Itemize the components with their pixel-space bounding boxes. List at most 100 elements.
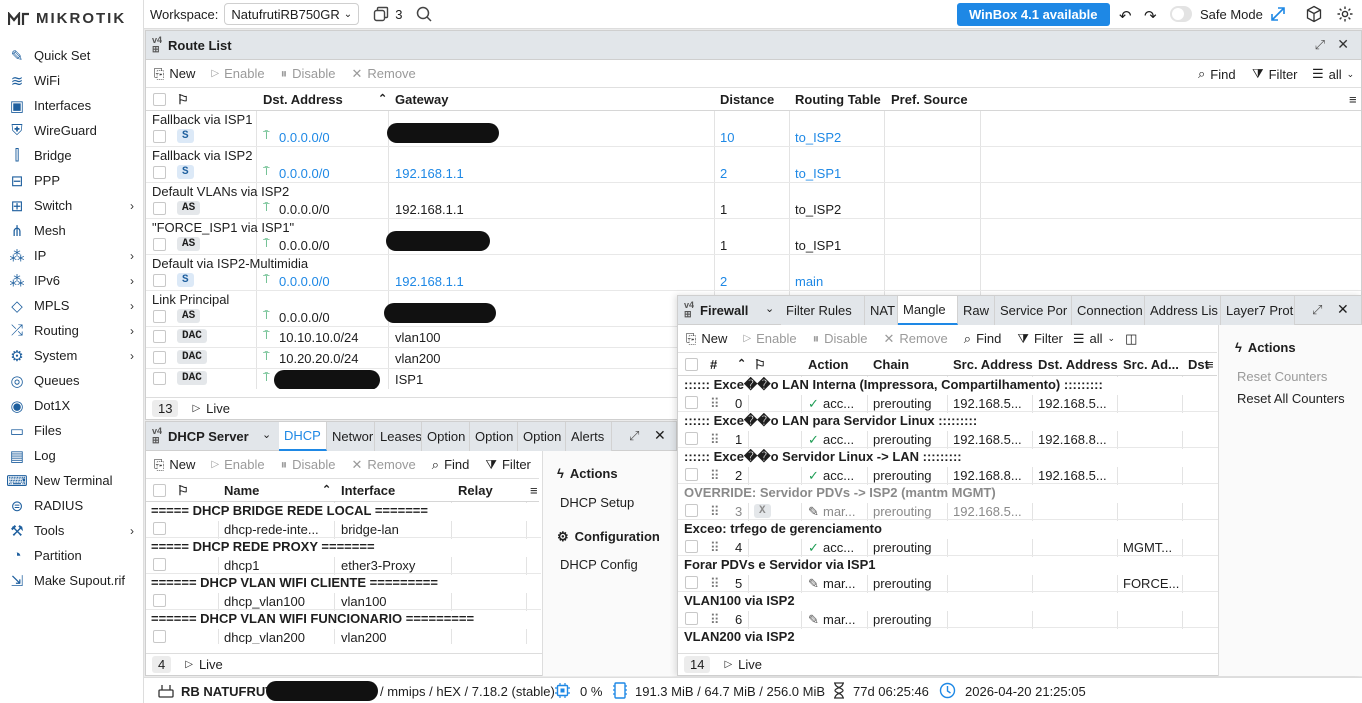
- live-label[interactable]: Live: [206, 401, 230, 416]
- dhcp-setup-link[interactable]: DHCP Setup: [560, 495, 634, 510]
- row-checkbox[interactable]: [153, 130, 166, 143]
- mangle-rule-row[interactable]: ⠿ 3 X ✎ mar... prerouting 192.168.5...: [678, 502, 1218, 520]
- disable-button[interactable]: ⏸ Disable: [813, 331, 868, 347]
- col-action[interactable]: Action: [808, 357, 848, 372]
- live-label[interactable]: Live: [199, 657, 223, 672]
- dhcp-row[interactable]: dhcp1 ether3-Proxy: [146, 556, 541, 574]
- find-button[interactable]: ⌕ Find: [964, 331, 1002, 347]
- col-interface[interactable]: Interface: [341, 483, 395, 498]
- sidebar-item-make-supout-rif[interactable]: ⇲ Make Supout.rif: [0, 568, 144, 593]
- enable-button[interactable]: ▷ Enable: [211, 66, 264, 81]
- tab-firewall-nat[interactable]: NAT: [865, 296, 898, 325]
- row-checkbox[interactable]: [153, 372, 166, 385]
- undo-icon[interactable]: ↶: [1119, 7, 1132, 25]
- select-all-checkbox[interactable]: [153, 484, 166, 497]
- route-row[interactable]: Default VLANs via ISP2 AS ⍑ 0.0.0.0/0 192.16…: [146, 183, 1361, 219]
- row-checkbox[interactable]: [153, 310, 166, 323]
- reset-counters-button[interactable]: Reset Counters: [1237, 369, 1327, 384]
- row-checkbox[interactable]: [153, 522, 166, 535]
- drag-handle-icon[interactable]: ⠿: [710, 504, 720, 520]
- row-checkbox[interactable]: [153, 238, 166, 251]
- chevron-down-icon[interactable]: ⌄: [262, 428, 271, 441]
- reset-all-counters-button[interactable]: Reset All Counters: [1237, 391, 1345, 406]
- col-chain[interactable]: Chain: [873, 357, 909, 372]
- select-all-checkbox[interactable]: [153, 93, 166, 106]
- dhcp-row[interactable]: dhcp-rede-inte... bridge-lan: [146, 520, 541, 538]
- expand-icon[interactable]: ⤢: [1315, 37, 1325, 53]
- close-icon[interactable]: ✕: [1337, 36, 1349, 53]
- col-routing-table[interactable]: Routing Table: [795, 92, 881, 107]
- sidebar-item-quick-set[interactable]: ✎ Quick Set: [0, 43, 144, 68]
- row-checkbox[interactable]: [685, 396, 698, 409]
- sidebar-item-switch[interactable]: ⊞ Switch ›: [0, 193, 144, 218]
- mangle-rule-row[interactable]: ⠿ 6 ✎ mar... prerouting: [678, 610, 1218, 628]
- row-checkbox[interactable]: [153, 166, 166, 179]
- col-dst-address[interactable]: Dst. Address: [263, 92, 343, 107]
- tab-dhcp-1[interactable]: Networ: [327, 422, 375, 451]
- col-name[interactable]: Name: [224, 483, 259, 498]
- filter-mode-select[interactable]: ☰ all ⌄: [1073, 331, 1115, 347]
- column-menu-icon[interactable]: ≡: [1206, 357, 1214, 372]
- filter-button[interactable]: ⧩ Filter: [1017, 331, 1063, 347]
- filter-button[interactable]: ⧩ Filter: [1252, 66, 1298, 82]
- drag-handle-icon[interactable]: ⠿: [710, 396, 720, 412]
- route-row[interactable]: Default via ISP2-Multimidia S ⍑ 0.0.0.0/0 19…: [146, 255, 1361, 291]
- search-icon[interactable]: [416, 6, 432, 22]
- route-row[interactable]: "FORCE_ISP1 via ISP1" AS ⍑ 0.0.0.0/0 1 to_ISP…: [146, 219, 1361, 255]
- close-icon[interactable]: ✕: [1337, 301, 1349, 318]
- col-dst-address[interactable]: Dst. Address: [1038, 357, 1118, 372]
- sidebar-item-new-terminal[interactable]: ⌨ New Terminal: [0, 468, 144, 493]
- select-all-checkbox[interactable]: [685, 358, 698, 371]
- tab-dhcp-6[interactable]: Alerts: [566, 422, 612, 451]
- row-checkbox[interactable]: [153, 594, 166, 607]
- column-menu-icon[interactable]: ≡: [1349, 92, 1357, 107]
- sidebar-item-partition[interactable]: ◔ Partition: [0, 543, 144, 568]
- sidebar-item-system[interactable]: ⚙ System ›: [0, 343, 144, 368]
- dhcp-config-link[interactable]: DHCP Config: [560, 557, 638, 572]
- row-checkbox[interactable]: [685, 504, 698, 517]
- row-checkbox[interactable]: [153, 274, 166, 287]
- tab-firewall-mangle[interactable]: Mangle: [898, 296, 958, 325]
- row-checkbox[interactable]: [685, 540, 698, 553]
- tab-firewall-connection[interactable]: Connection: [1072, 296, 1145, 325]
- panel-toggle-icon[interactable]: ◫: [1125, 331, 1137, 347]
- row-checkbox[interactable]: [685, 612, 698, 625]
- drag-handle-icon[interactable]: ⠿: [710, 612, 720, 628]
- row-checkbox[interactable]: [153, 351, 166, 364]
- tab-dhcp-3[interactable]: Option: [422, 422, 470, 451]
- tab-dhcp-0[interactable]: DHCP: [279, 422, 327, 451]
- route-row[interactable]: Fallback via ISP1 S ⍑ 0.0.0.0/0 10 to_ISP2: [146, 111, 1361, 147]
- safe-mode-toggle[interactable]: [1170, 6, 1192, 22]
- sidebar-item-dot1x[interactable]: ◉ Dot1X: [0, 393, 144, 418]
- enable-button[interactable]: ▷ Enable: [211, 457, 264, 472]
- sidebar-item-radius[interactable]: ⊜ RADIUS: [0, 493, 144, 518]
- new-rule-button[interactable]: ⎘ New: [686, 331, 727, 347]
- sidebar-item-interfaces[interactable]: ▣ Interfaces: [0, 93, 144, 118]
- sidebar-item-ip[interactable]: ⁂ IP ›: [0, 243, 144, 268]
- sidebar-item-mesh[interactable]: ⋔ Mesh: [0, 218, 144, 243]
- col-gateway[interactable]: Gateway: [395, 92, 448, 107]
- tab-firewall-service-por[interactable]: Service Por: [995, 296, 1072, 325]
- disable-button[interactable]: ⏸ Disable: [281, 457, 336, 473]
- remove-button[interactable]: ✕ Remove: [351, 457, 415, 473]
- mangle-rule-row[interactable]: ⠿ 4 ✓ acc... prerouting MGMT...: [678, 538, 1218, 556]
- sidebar-item-ipv6[interactable]: ⁂ IPv6 ›: [0, 268, 144, 293]
- column-menu-icon[interactable]: ≡: [530, 483, 538, 498]
- mangle-rule-row[interactable]: ⠿ 0 ✓ acc... prerouting 192.168.5... 192.168.5…: [678, 394, 1218, 412]
- sidebar-item-wifi[interactable]: ≋ WiFi: [0, 68, 144, 93]
- new-route-button[interactable]: ⎘ New: [154, 66, 195, 82]
- enable-button[interactable]: ▷ Enable: [743, 331, 796, 346]
- tab-firewall-filter-rules[interactable]: Filter Rules: [781, 296, 865, 325]
- tab-dhcp-4[interactable]: Option: [470, 422, 518, 451]
- winbox-update-button[interactable]: WinBox 4.1 available: [957, 3, 1110, 26]
- gear-icon[interactable]: [1336, 5, 1354, 23]
- sidebar-item-mpls[interactable]: ◇ MPLS ›: [0, 293, 144, 318]
- tab-firewall-address-lis[interactable]: Address Lis: [1145, 296, 1221, 325]
- live-label[interactable]: Live: [738, 657, 762, 672]
- find-button[interactable]: ⌕ Find: [1198, 66, 1236, 82]
- remove-button[interactable]: ✕ Remove: [351, 66, 415, 82]
- col-number[interactable]: #: [710, 357, 717, 372]
- dhcp-row[interactable]: dhcp_vlan100 vlan100: [146, 592, 541, 610]
- row-checkbox[interactable]: [153, 558, 166, 571]
- sidebar-item-routing[interactable]: ⤮ Routing ›: [0, 318, 144, 343]
